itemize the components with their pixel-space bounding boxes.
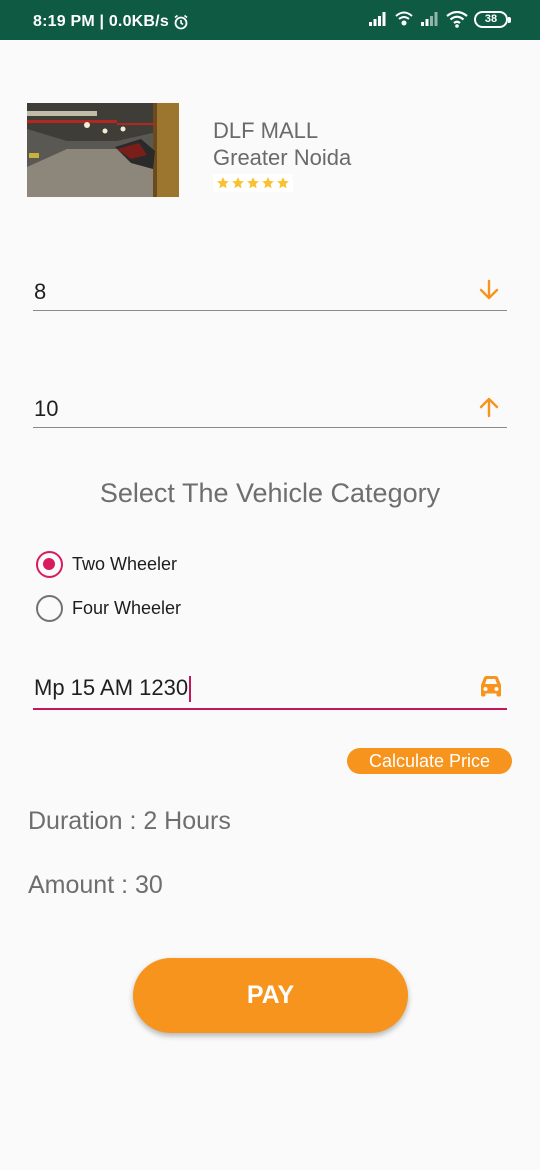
calculate-price-button[interactable]: Calculate Price xyxy=(347,748,512,774)
radio-label: Four Wheeler xyxy=(72,598,182,618)
wifi-icon xyxy=(446,10,468,28)
radio-two-wheeler[interactable]: Two Wheeler xyxy=(36,551,177,578)
car-icon xyxy=(481,676,501,697)
radio-four-wheeler[interactable]: Four Wheeler xyxy=(36,595,181,622)
star-icon xyxy=(277,177,289,189)
hotspot-icon xyxy=(395,11,413,26)
mall-parking-image xyxy=(27,103,179,197)
from-time-value: 8 xyxy=(34,279,47,304)
text-cursor xyxy=(189,676,192,703)
signal-icon-secondary xyxy=(421,12,438,26)
star-icon xyxy=(247,177,259,189)
to-time-field[interactable]: 10 xyxy=(33,389,507,428)
mall-card: DLF MALL Greater Noida xyxy=(27,103,507,198)
vehicle-number-input[interactable]: Mp 15 AM 1230 xyxy=(33,668,507,710)
pay-button[interactable]: PAY xyxy=(133,958,408,1033)
arrow-down-icon[interactable] xyxy=(477,278,501,302)
rating-stars xyxy=(213,174,293,192)
star-icon xyxy=(217,177,229,189)
alarm-icon xyxy=(174,14,188,30)
from-time-field[interactable]: 8 xyxy=(33,272,507,311)
star-icon xyxy=(232,177,244,189)
battery-level: 38 xyxy=(484,13,498,25)
mall-city: Greater Noida xyxy=(213,145,352,170)
signal-icon xyxy=(369,12,386,26)
status-bar: 8:19 PM | 0.0KB/s 38 xyxy=(0,0,540,40)
amount-text: Amount : 30 xyxy=(28,871,163,899)
star-icon xyxy=(262,177,274,189)
duration-text: Duration : 2 Hours xyxy=(28,807,231,835)
vehicle-category-title: Select The Vehicle Category xyxy=(99,478,441,508)
status-time-speed: 8:19 PM | 0.0KB/s xyxy=(33,13,169,30)
radio-label: Two Wheeler xyxy=(72,554,178,574)
vehicle-number-value: Mp 15 AM 1230 xyxy=(34,675,189,700)
radio-button-unchecked[interactable] xyxy=(36,595,63,622)
arrow-up-icon[interactable] xyxy=(477,395,501,419)
radio-button-checked[interactable] xyxy=(36,551,63,578)
to-time-value: 10 xyxy=(34,396,59,421)
battery-icon: 38 xyxy=(474,10,511,28)
mall-name: DLF MALL xyxy=(213,118,319,143)
